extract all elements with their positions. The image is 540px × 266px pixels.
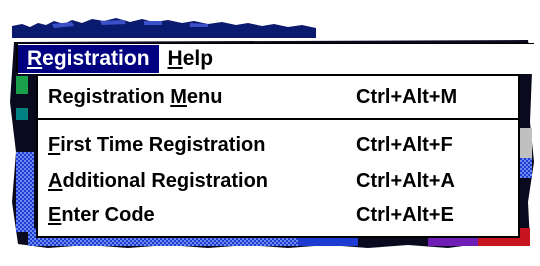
menu-item-additional-registration[interactable]: Additional Registration Ctrl+Alt+A [38,168,518,194]
menu-item-label: Registration Menu [48,86,223,108]
menu-separator [38,118,518,120]
menu-registration[interactable]: Registration [18,45,159,73]
screenshot-scene: Registration Help Registration Menu Ctrl… [0,0,540,266]
menu-item-registration-menu[interactable]: Registration Menu Ctrl+Alt+M [38,84,518,110]
menu-item-label: First Time Registration [48,134,266,156]
menu-item-label: Enter Code [48,204,155,226]
registration-dropdown-menu: Registration Menu Ctrl+Alt+M First Time … [36,74,520,238]
menu-item-shortcut: Ctrl+Alt+A [356,170,455,192]
menu-item-enter-code[interactable]: Enter Code Ctrl+Alt+E [38,202,518,228]
menu-item-first-time-registration[interactable]: First Time Registration Ctrl+Alt+F [38,132,518,158]
menu-item-shortcut: Ctrl+Alt+F [356,134,453,156]
menu-item-shortcut: Ctrl+Alt+E [356,204,454,226]
menu-item-label: Additional Registration [48,170,269,192]
menu-help[interactable]: Help [159,45,223,73]
menu-item-shortcut: Ctrl+Alt+M [356,86,458,108]
menu-bar: Registration Help [16,43,534,74]
